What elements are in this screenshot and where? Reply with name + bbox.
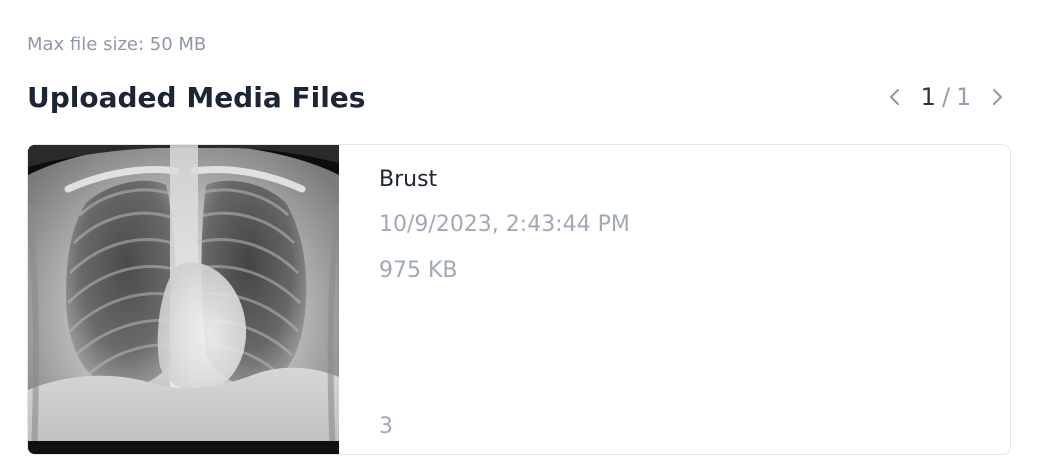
file-count: 3 (379, 414, 393, 439)
file-info: Brust 10/9/2023, 2:43:44 PM 975 KB 3 (379, 145, 1010, 454)
media-file-card[interactable]: Brust 10/9/2023, 2:43:44 PM 975 KB 3 (27, 144, 1011, 455)
page-indicator: 1 / 1 (910, 82, 982, 112)
total-pages: 1 (956, 83, 972, 111)
chest-xray-image (28, 145, 339, 454)
previous-page-button[interactable] (880, 82, 910, 112)
xray-thumbnail[interactable] (28, 145, 339, 454)
current-page: 1 (920, 83, 936, 111)
next-page-button[interactable] (982, 82, 1012, 112)
file-upload-date: 10/9/2023, 2:43:44 PM (379, 212, 630, 237)
max-file-size-text: Max file size: 50 MB (27, 34, 207, 55)
pagination: 1 / 1 (880, 81, 1014, 113)
file-size: 975 KB (379, 258, 458, 283)
page-separator: / (941, 83, 951, 111)
chevron-left-icon (890, 89, 899, 105)
section-title: Uploaded Media Files (27, 81, 366, 114)
file-name: Brust (379, 167, 438, 192)
chevron-right-icon (993, 89, 1002, 105)
